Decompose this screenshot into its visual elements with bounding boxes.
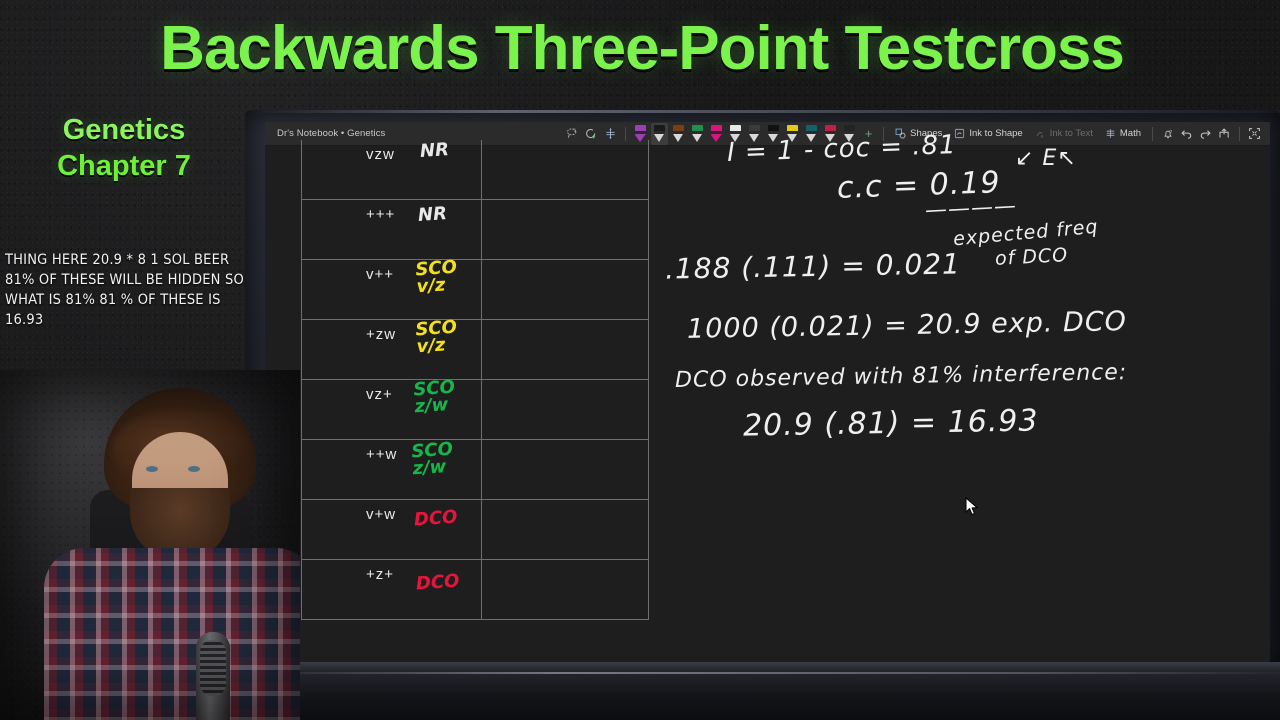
- table-row[interactable]: +z+ DCO: [301, 560, 649, 620]
- caption-subtitles: THING HERE 20.9 * 8 1 SOL BEER 81% OF TH…: [5, 252, 244, 328]
- ink-to-text-label: Ink to Text: [1049, 128, 1093, 139]
- ink-annotation: SCO z/w: [410, 438, 454, 480]
- genotype-label: vz+: [366, 386, 393, 403]
- table-cell-count[interactable]: [482, 500, 648, 559]
- monitor-stand: [255, 662, 1280, 720]
- table-cell-count[interactable]: [482, 560, 648, 619]
- monitor-bezel: Dr's Notebook • Genetics I + Shapes Ink …: [245, 110, 1280, 670]
- ink-annotation: NR: [417, 203, 448, 226]
- screen-capture: Backwards Three-Point Testcross Genetics…: [0, 0, 1280, 720]
- share-icon[interactable]: [1216, 123, 1233, 145]
- table-cell-genotype[interactable]: +++ NR: [302, 200, 482, 259]
- undo-icon[interactable]: [1178, 123, 1195, 145]
- ink-annotation: SCO v/z: [414, 256, 458, 298]
- webcam-overlay: [0, 370, 300, 720]
- ink-to-text-icon: a: [1035, 128, 1046, 140]
- onenote-window: Dr's Notebook • Genetics I + Shapes Ink …: [265, 122, 1270, 670]
- svg-text:a: a: [1040, 135, 1043, 139]
- table-cell-genotype[interactable]: v++ SCO v/z: [302, 256, 482, 319]
- ink-annotation: SCO v/z: [414, 316, 458, 358]
- ink-annotation: NR: [419, 139, 450, 162]
- table-row[interactable]: vzw NR: [301, 139, 649, 200]
- notification-bell-icon[interactable]: [1159, 123, 1176, 145]
- ink-annotation: DCO: [415, 570, 461, 595]
- table-cell-count[interactable]: [482, 380, 648, 439]
- pen-glyph: [673, 125, 685, 142]
- table-row[interactable]: v++ SCO v/z: [301, 256, 649, 320]
- ink-to-shape-button[interactable]: Ink to Shape: [948, 123, 1028, 145]
- monitor-screen: Dr's Notebook • Genetics I + Shapes Ink …: [265, 122, 1270, 670]
- table-cell-count[interactable]: [482, 440, 648, 499]
- monitor-top-highlight: [246, 110, 1280, 113]
- table-cell-genotype[interactable]: ++w SCO z/w: [302, 438, 482, 499]
- table-row[interactable]: +++ NR: [301, 200, 649, 260]
- table-cell-count[interactable]: [482, 140, 648, 199]
- genotype-table: vzw NR +++ NR v++ SCO v/z +zw SCO v/z vz+ SCO z/w…: [301, 139, 649, 620]
- fullscreen-icon[interactable]: [1246, 123, 1263, 145]
- highlighter-magenta-icon[interactable]: [708, 123, 725, 145]
- table-cell-genotype[interactable]: v+w DCO: [302, 500, 482, 559]
- pen-brown-icon[interactable]: [670, 123, 687, 145]
- math-icon: [1105, 128, 1116, 139]
- subtitle-block: Genetics Chapter 7: [10, 112, 238, 184]
- table-cell-genotype[interactable]: +zw SCO v/z: [302, 316, 482, 379]
- handwriting-area: I = 1 - coc = .81 ↙ E↖ c.c = 0.19 ———— expec…: [664, 130, 1270, 670]
- ink-to-shape-label: Ink to Shape: [969, 128, 1023, 139]
- math-button[interactable]: Math: [1099, 123, 1147, 145]
- math-label: Math: [1119, 128, 1141, 139]
- line-err-arrow: ↙ E↖: [1015, 146, 1077, 171]
- genotype-label: vzw: [366, 146, 395, 163]
- genotype-label: +z+: [366, 566, 395, 583]
- table-cell-genotype[interactable]: vzw NR: [302, 139, 482, 199]
- genotype-label: v++: [366, 266, 395, 283]
- redo-icon[interactable]: [1197, 123, 1214, 145]
- line-expected-count: 1000 (0.021) = 20.9 exp. DCO: [686, 306, 1128, 345]
- ink-to-text-button[interactable]: a Ink to Text: [1029, 123, 1099, 145]
- notebook-page[interactable]: vzw NR +++ NR v++ SCO v/z +zw SCO v/z vz+ SCO z/w…: [265, 130, 1270, 670]
- notebook-title: Dr's Notebook • Genetics: [277, 128, 386, 139]
- genotype-label: +++: [366, 206, 396, 223]
- pen-glyph: [692, 125, 704, 142]
- table-cell-count[interactable]: [482, 260, 648, 319]
- pen-glyph: [711, 125, 723, 142]
- table-row[interactable]: +zw SCO v/z: [301, 316, 649, 380]
- ink-annotation: DCO: [413, 506, 459, 531]
- table-cell-genotype[interactable]: vz+ SCO z/w: [302, 376, 482, 439]
- genotype-label: v+w: [366, 506, 397, 523]
- line-final-answer: 20.9 (.81) = 16.93: [742, 403, 1039, 444]
- table-cell-count[interactable]: [482, 200, 648, 259]
- pen-glyph: [654, 125, 666, 142]
- line-product: .188 (.111) = 0.021: [664, 247, 962, 286]
- webcam-vignette: [0, 370, 300, 720]
- line-coc-underline: ————: [924, 193, 1018, 224]
- table-row[interactable]: ++w SCO z/w: [301, 438, 649, 500]
- subtitle-course: Genetics: [62, 114, 186, 146]
- genotype-label: ++w: [366, 446, 398, 463]
- table-cell-genotype[interactable]: +z+ DCO: [302, 560, 482, 619]
- toolbar-divider-3: [1152, 126, 1153, 141]
- table-cell-count[interactable]: [482, 320, 648, 379]
- table-row[interactable]: v+w DCO: [301, 500, 649, 560]
- page-title: Backwards Three-Point Testcross: [160, 14, 1125, 83]
- line-expected-freq: expected freq: [952, 215, 1100, 251]
- toolbar-divider-4: [1239, 126, 1240, 141]
- subtitle-chapter: Chapter 7: [57, 150, 191, 182]
- table-row[interactable]: vz+ SCO z/w: [301, 376, 649, 440]
- line-observed-label: DCO observed with 81% interference:: [674, 360, 1128, 393]
- genotype-label: +zw: [366, 326, 397, 343]
- toolbar-divider: [625, 126, 627, 141]
- line-of-dco: of DCO: [994, 244, 1069, 270]
- pen-green-icon[interactable]: [689, 123, 706, 145]
- ink-annotation: SCO z/w: [412, 376, 456, 418]
- pen-black-selected-icon[interactable]: [651, 122, 669, 145]
